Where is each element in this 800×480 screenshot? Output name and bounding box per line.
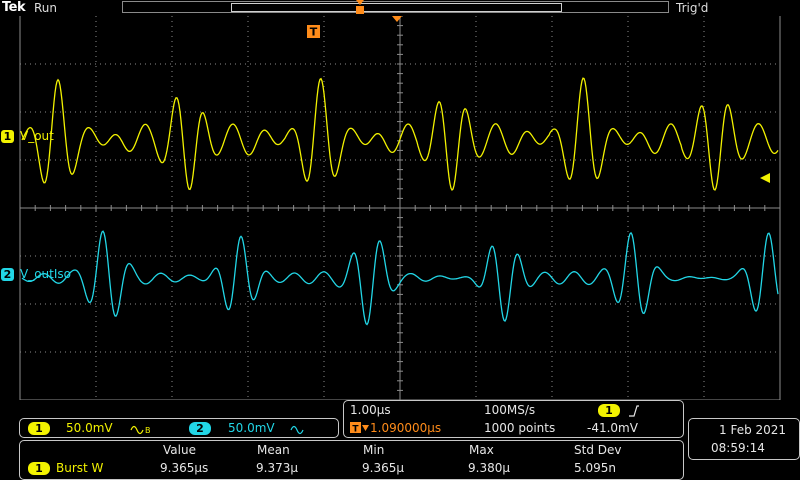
measurement-panel[interactable]: Value Mean Min Max Std Dev 1 Burst W 9.3… (19, 440, 684, 480)
channel-1-scale: 50.0mV (66, 421, 113, 435)
record-length: 1000 points (484, 421, 556, 435)
time: 08:59:14 (711, 441, 765, 455)
horizontal-scale: 1.00µs (350, 403, 391, 417)
record-trigger-marker-icon (356, 0, 364, 14)
trigger-level: -41.0mV (587, 421, 638, 435)
measurement-header-min: Min (363, 443, 385, 457)
bandwidth-limit-icon: B (130, 425, 151, 435)
measurement-stddev: 5.095n (574, 461, 616, 475)
measurement-mean: 9.373µ (256, 461, 298, 475)
rising-edge-icon (629, 405, 639, 417)
channel-2-label: V_outIso (20, 267, 71, 281)
channel-2-marker[interactable]: 2 (1, 268, 14, 281)
waveform-display[interactable]: T (0, 16, 800, 400)
datetime-panel: 1 Feb 2021 08:59:14 (688, 418, 800, 460)
trigger-position-icon[interactable]: T (307, 16, 402, 39)
acquisition-state: Run (34, 1, 58, 15)
status-bar: Tek Run Trig'd (0, 0, 800, 16)
svg-text:T: T (310, 26, 318, 39)
channel-scale-panel[interactable]: 1 50.0mV B 2 50.0mV (19, 418, 339, 438)
brand-logo: Tek (2, 0, 26, 15)
svg-text:T: T (352, 425, 359, 435)
measurement-min: 9.365µ (362, 461, 404, 475)
channel-2-chip: 2 (189, 422, 211, 435)
date: 1 Feb 2021 (719, 423, 787, 437)
trigger-delay-icon: T (350, 422, 369, 435)
sample-rate: 100MS/s (484, 403, 536, 417)
channel-2-scale: 50.0mV (228, 421, 275, 435)
trigger-state: Trig'd (676, 1, 709, 15)
record-view-window[interactable] (231, 3, 562, 12)
measurement-header-value: Value (163, 443, 196, 457)
ac-coupling-icon (290, 425, 304, 435)
measurement-header-mean: Mean (257, 443, 290, 457)
measurement-name: Burst W (56, 461, 104, 475)
measurement-header-max: Max (469, 443, 494, 457)
svg-text:B: B (145, 426, 151, 435)
trigger-position: 1.090000µs (370, 421, 442, 435)
trigger-source-chip: 1 (598, 404, 620, 417)
channel-1-label: V_out (20, 129, 54, 143)
channel-1-chip: 1 (28, 422, 50, 435)
timebase-trigger-panel[interactable]: 1.00µs 100MS/s 1 T 1.090000µs 1000 point… (343, 400, 684, 438)
measurement-value: 9.365µs (160, 461, 209, 475)
trigger-level-icon[interactable] (760, 173, 770, 183)
measurement-channel-chip: 1 (28, 462, 50, 475)
measurement-header-stddev: Std Dev (574, 443, 622, 457)
measurement-max: 9.380µ (468, 461, 510, 475)
channel-1-marker[interactable]: 1 (1, 130, 14, 143)
graticule (19, 16, 781, 400)
